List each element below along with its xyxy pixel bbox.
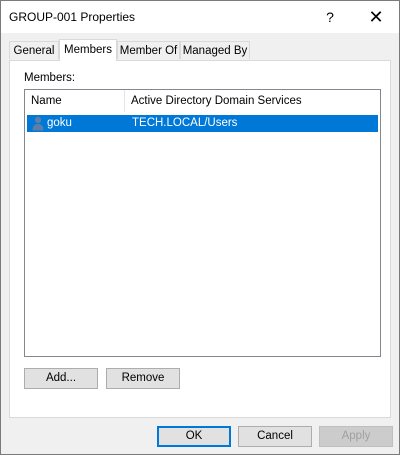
list-item[interactable]: goku TECH.LOCAL/Users	[27, 115, 378, 132]
cancel-button[interactable]: Cancel	[238, 426, 312, 447]
tab-managed-by[interactable]: Managed By	[180, 41, 250, 59]
remove-button[interactable]: Remove	[106, 368, 180, 389]
members-label: Members:	[24, 72, 76, 84]
members-tab-panel: Members: Name Active Directory Domain Se…	[9, 60, 391, 418]
close-button[interactable]: ✕	[353, 1, 399, 33]
column-header-folder[interactable]: Active Directory Domain Services Folder	[125, 90, 325, 129]
close-icon: ✕	[368, 6, 384, 27]
properties-dialog: GROUP-001 Properties ? ✕ General Members…	[0, 0, 400, 455]
list-header: Name Active Directory Domain Services Fo…	[25, 90, 380, 129]
tab-general[interactable]: General	[9, 41, 59, 59]
tab-member-of[interactable]: Member Of	[117, 41, 180, 59]
member-folder: TECH.LOCAL/Users	[132, 117, 238, 129]
column-header-name[interactable]: Name	[25, 90, 125, 112]
add-button[interactable]: Add...	[24, 368, 98, 389]
user-icon	[32, 116, 44, 131]
help-button[interactable]: ?	[307, 1, 353, 33]
tab-members[interactable]: Members	[59, 39, 117, 61]
member-name: goku	[47, 117, 72, 129]
ok-button[interactable]: OK	[157, 426, 231, 447]
title-bar: GROUP-001 Properties ? ✕	[1, 1, 399, 33]
members-list[interactable]: Name Active Directory Domain Services Fo…	[24, 89, 381, 357]
apply-button[interactable]: Apply	[319, 426, 393, 447]
window-title: GROUP-001 Properties	[9, 10, 136, 24]
